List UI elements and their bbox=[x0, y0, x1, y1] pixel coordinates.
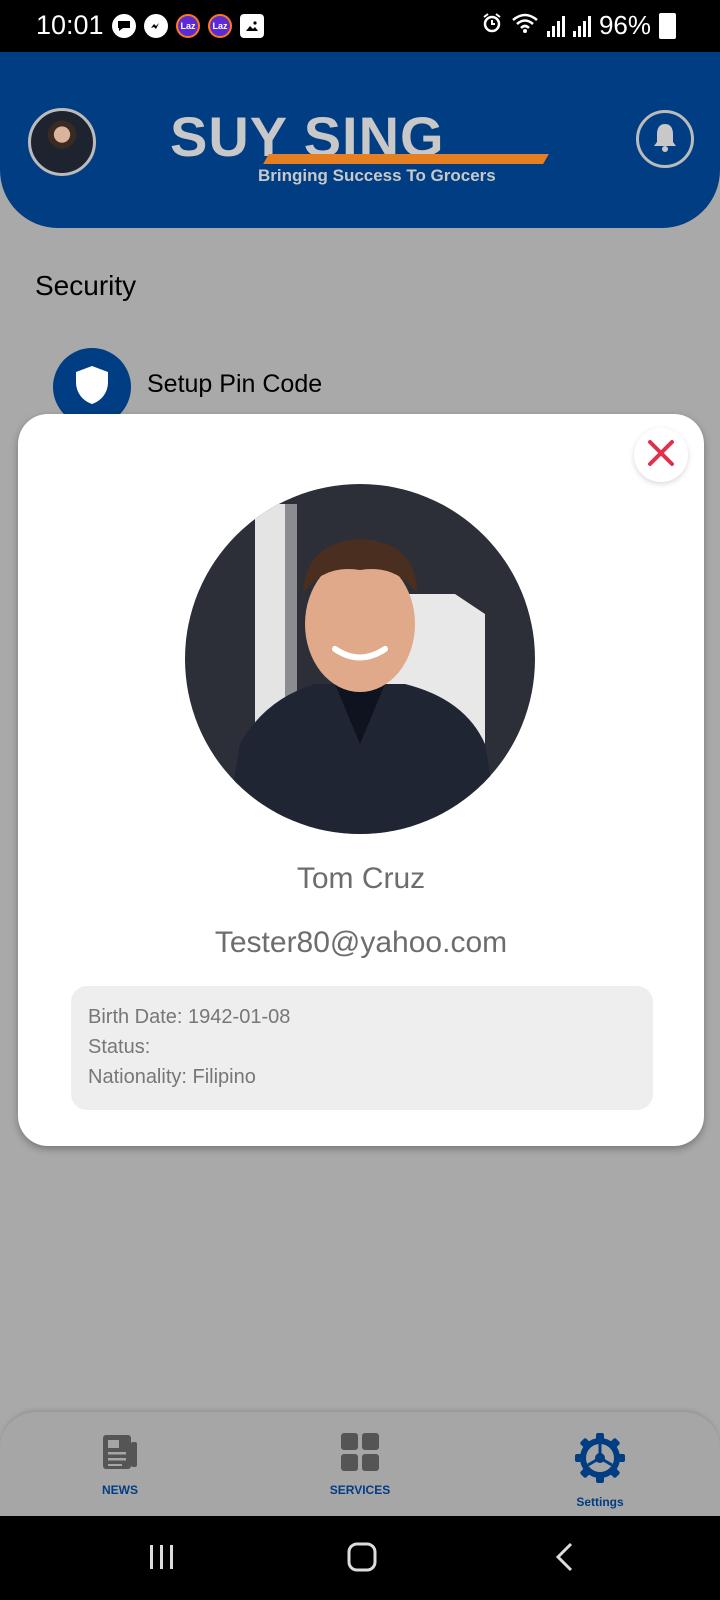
signal-icon bbox=[546, 15, 565, 37]
battery-charging-icon bbox=[659, 12, 676, 39]
recents-icon bbox=[147, 1543, 177, 1576]
nav-item-settings[interactable]: Settings bbox=[520, 1432, 680, 1516]
home-button[interactable] bbox=[342, 1542, 382, 1576]
status-text: Status: bbox=[88, 1036, 151, 1058]
nationality-text: Nationality: Filipino bbox=[88, 1066, 256, 1088]
close-icon bbox=[646, 438, 676, 473]
wifi-icon bbox=[511, 12, 539, 39]
profile-photo bbox=[185, 484, 535, 834]
bell-icon bbox=[650, 121, 680, 158]
close-button[interactable] bbox=[634, 428, 688, 482]
nav-label-settings: Settings bbox=[576, 1495, 624, 1509]
alarm-icon bbox=[481, 12, 503, 39]
birth-date-text: Birth Date: 1942-01-08 bbox=[88, 1006, 291, 1028]
app-header: SUY SING Bringing Success To Grocers bbox=[0, 52, 720, 228]
nav-label-news: NEWS bbox=[102, 1483, 138, 1497]
nav-item-services[interactable]: SERVICES bbox=[280, 1432, 440, 1516]
brand-stripe bbox=[263, 154, 549, 164]
profile-name: Tom Cruz bbox=[296, 862, 426, 895]
notification-bell-button[interactable] bbox=[636, 110, 694, 168]
profile-info-box: Birth Date: 1942-01-08 Status: Nationali… bbox=[71, 986, 653, 1110]
brand-logo: SUY SING Bringing Success To Grocers bbox=[170, 104, 550, 194]
nav-label-services: SERVICES bbox=[329, 1483, 391, 1497]
brand-tagline: Bringing Success To Grocers bbox=[258, 166, 496, 185]
home-icon bbox=[346, 1541, 378, 1578]
status-time: 10:01 bbox=[36, 10, 104, 40]
gear-icon bbox=[574, 1432, 626, 1489]
notification-icons: Laz Laz bbox=[112, 14, 264, 38]
section-title-security: Security bbox=[35, 270, 137, 301]
grid-icon bbox=[340, 1432, 380, 1477]
status-right-icons: 96% bbox=[481, 10, 676, 41]
lazada-icon: Laz bbox=[176, 14, 200, 38]
profile-modal: Tom Cruz Tester80@yahoo.com Birth Date: … bbox=[18, 414, 704, 1146]
profile-email: Tester80@yahoo.com bbox=[214, 926, 508, 959]
lazada-icon: Laz bbox=[208, 14, 232, 38]
setup-pin-code-label: Setup Pin Code bbox=[147, 370, 323, 398]
nav-item-news[interactable]: NEWS bbox=[40, 1432, 200, 1516]
status-bar: 10:01 Laz Laz 96% bbox=[0, 0, 720, 52]
gallery-icon bbox=[240, 14, 264, 38]
shield-icon bbox=[73, 364, 111, 411]
recents-button[interactable] bbox=[142, 1542, 182, 1576]
avatar[interactable] bbox=[28, 108, 96, 176]
signal-icon bbox=[572, 15, 591, 37]
back-button[interactable] bbox=[545, 1542, 585, 1576]
chat-bubble-icon bbox=[112, 14, 136, 38]
system-nav-bar bbox=[0, 1516, 720, 1600]
newspaper-icon bbox=[100, 1432, 140, 1477]
messenger-icon bbox=[144, 14, 168, 38]
battery-percent: 96% bbox=[598, 10, 651, 40]
back-icon bbox=[553, 1541, 577, 1578]
bottom-nav: NEWS SERVICES Settings bbox=[0, 1412, 720, 1516]
